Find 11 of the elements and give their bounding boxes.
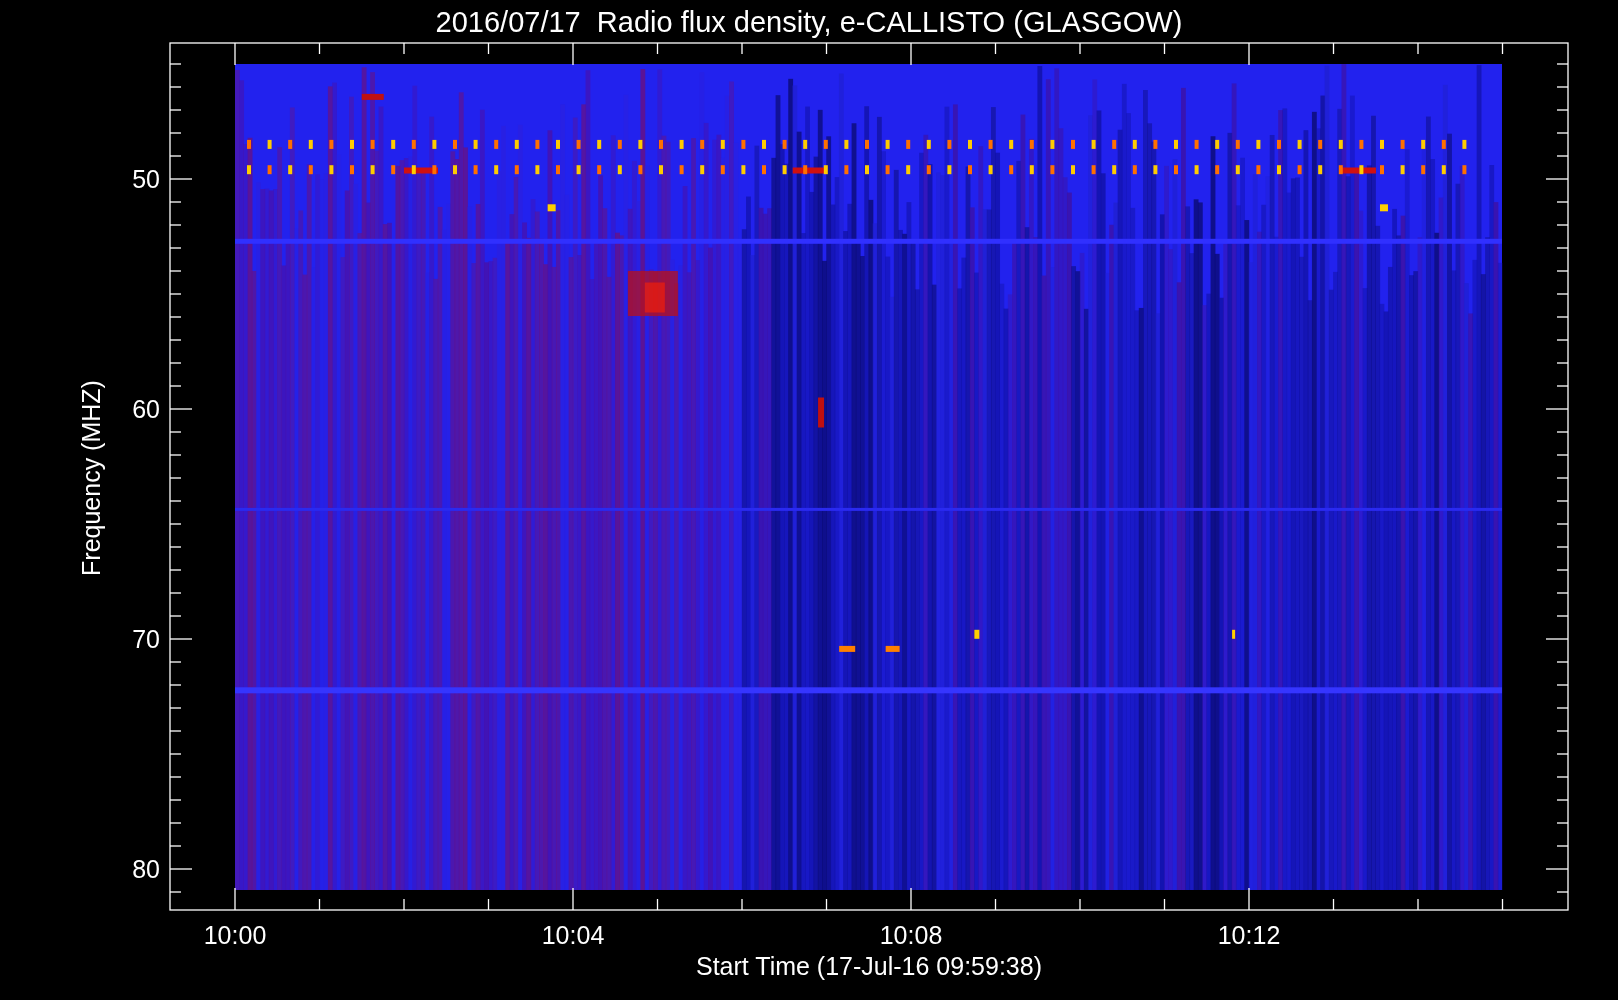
x-tick-label: 10:12 — [1217, 921, 1281, 949]
y-tick-label: 80 — [132, 855, 160, 883]
y-axis-label: Frequency (MHZ) — [77, 380, 105, 576]
y-tick-label: 60 — [132, 395, 160, 423]
x-tick-label: 10:08 — [879, 921, 943, 949]
chart-title: 2016/07/17 Radio flux density, e-CALLISTO (GLASGOW) — [435, 6, 1183, 38]
y-tick-label: 50 — [132, 165, 160, 193]
y-tick-label: 70 — [132, 625, 160, 653]
x-tick-label: 10:04 — [541, 921, 605, 949]
x-axis-label: Start Time (17-Jul-16 09:59:38) — [696, 952, 1042, 980]
x-tick-label: 10:00 — [203, 921, 267, 949]
